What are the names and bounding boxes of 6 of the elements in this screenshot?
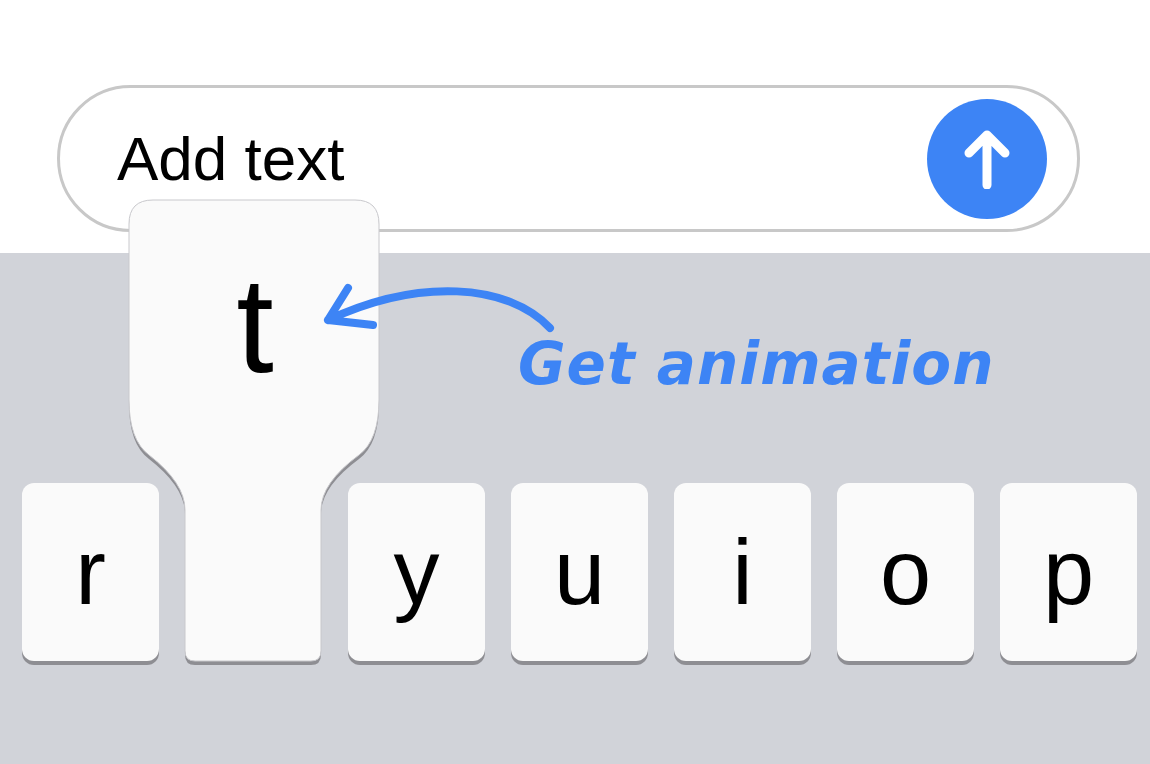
key-popup-letter: t <box>235 258 275 393</box>
message-input[interactable]: Add text <box>115 122 927 195</box>
key-popup[interactable] <box>129 200 379 665</box>
arrow-up-icon <box>964 128 1010 189</box>
message-field[interactable]: Add text <box>57 85 1080 232</box>
annotation-text: Get animation <box>518 330 995 398</box>
